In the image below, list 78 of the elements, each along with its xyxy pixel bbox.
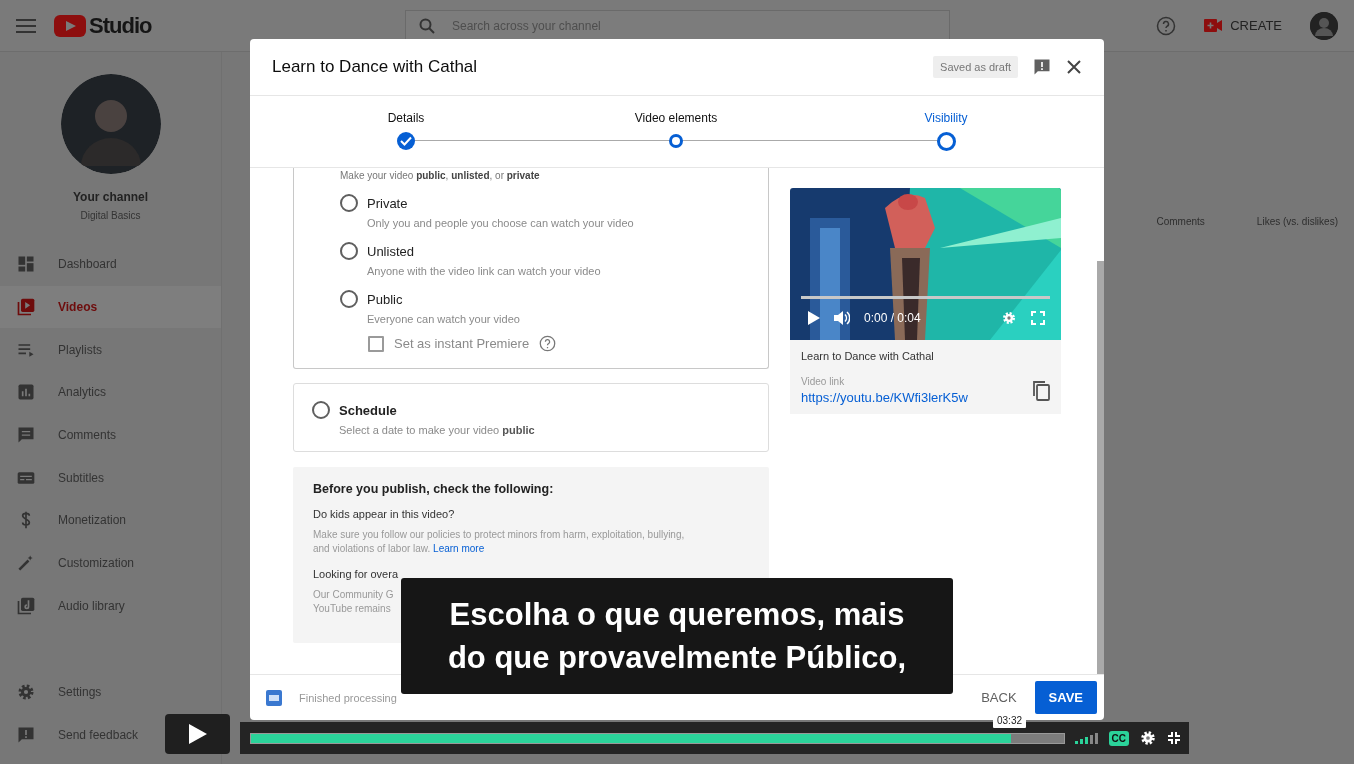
logo-icon [54, 14, 86, 37]
channel-title: Your channel [72, 190, 149, 204]
option-label: Public [367, 291, 403, 307]
sidebar-item[interactable]: Send feedback [0, 713, 143, 756]
video-camera-icon [1204, 19, 1223, 32]
step-tab[interactable]: Details [271, 96, 541, 167]
option-label: Schedule [339, 402, 397, 418]
sidebar-item[interactable]: Customization [0, 541, 221, 585]
search-icon [419, 17, 435, 34]
video-link-label: Video link [801, 376, 846, 387]
option-description: Anyone with the video link can watch your video [366, 265, 602, 277]
column-header: Comments [1156, 216, 1205, 227]
premiere-label: Set as instant Premiere [394, 336, 530, 351]
save-intro: Make your video public, unlisted, or private [340, 170, 541, 181]
sidebar-item[interactable]: Settings [0, 670, 106, 714]
checkbox[interactable] [368, 335, 384, 352]
checklist-question: Do kids appear in this video? [313, 508, 456, 520]
radio-button[interactable] [340, 194, 358, 212]
save-button[interactable]: SAVE [1034, 681, 1097, 714]
hd-icon [266, 689, 282, 706]
analytics-icon [16, 382, 36, 403]
settings-icon[interactable] [1139, 729, 1157, 747]
exit-fullscreen-icon[interactable] [1167, 731, 1181, 745]
help-icon[interactable] [1156, 15, 1177, 36]
radio-button[interactable] [340, 290, 358, 308]
checklist-title: Before you publish, check the following: [313, 482, 555, 496]
scrollbar[interactable] [1097, 261, 1104, 674]
comments-icon [16, 425, 36, 446]
option-description: Select a date to make your video public [338, 424, 536, 436]
column-header: Likes (vs. dislikes) [1256, 216, 1338, 227]
checklist-question: Looking for overa [313, 568, 399, 580]
option-label: Private [367, 195, 408, 211]
progress-bar[interactable] [250, 732, 1065, 744]
avatar-icon[interactable] [60, 74, 161, 174]
draft-badge: Saved as draft [933, 56, 1018, 78]
video-link[interactable]: https://youtu.be/KWfi3lerK5w [801, 390, 968, 405]
menu-icon[interactable] [16, 18, 36, 33]
avatar-icon[interactable] [1310, 11, 1338, 40]
step-tab[interactable]: Visibility [811, 96, 1081, 167]
subtitle-caption: Escolha o que queremos, mais do que provavelmente Público, [401, 578, 953, 694]
radio-button[interactable] [312, 401, 330, 419]
dashboard-icon [16, 254, 36, 275]
checklist-text: Make sure you follow our policies to protect minors from harm, exploitation, bullying, and violations of labor law. Learn more [313, 528, 686, 556]
help-icon[interactable] [539, 335, 557, 352]
option-description: Everyone can watch your video [366, 313, 521, 325]
checklist-text: Our Community G YouTube remains [313, 588, 394, 616]
copy-icon[interactable] [1032, 381, 1050, 401]
processing-status: Finished processing [299, 691, 397, 704]
option-description: Only you and people you choose can watch your video [366, 217, 635, 229]
video-time: 0:00 / 0:04 [864, 311, 921, 325]
feedback-icon[interactable] [1032, 57, 1052, 77]
option-label: Unlisted [367, 243, 414, 259]
sidebar-item[interactable]: Videos [0, 285, 221, 329]
play-button[interactable] [165, 714, 230, 754]
signal-icon [1074, 732, 1099, 744]
sidebar-item[interactable]: Playlists [0, 328, 221, 372]
create-button[interactable]: CREATE [1194, 12, 1292, 39]
channel-name: Digital Basics [80, 210, 141, 221]
captions-button[interactable]: CC [1108, 730, 1129, 746]
step-tab[interactable]: Video elements [541, 96, 811, 167]
video-title: Learn to Dance with Cathal [801, 350, 935, 362]
radio-button[interactable] [340, 242, 358, 260]
videos-icon [16, 297, 36, 318]
sidebar-item[interactable]: Dashboard [0, 243, 221, 286]
back-button[interactable]: BACK [977, 682, 1021, 713]
sidebar-item[interactable]: Monetization [0, 499, 221, 542]
time-tooltip: 03:32 [993, 713, 1027, 728]
logo-text: Studio [89, 12, 152, 39]
sidebar-item[interactable]: Analytics [0, 371, 221, 414]
sidebar-item[interactable]: Comments [0, 413, 221, 457]
sidebar-item[interactable]: Subtitles [0, 456, 221, 500]
audio-icon [16, 595, 36, 616]
sidebar-item[interactable]: Audio library [0, 584, 221, 628]
volume-icon[interactable] [834, 311, 850, 325]
learn-more-link[interactable]: Learn more [433, 543, 485, 554]
play-icon [188, 724, 207, 744]
close-icon[interactable] [1066, 59, 1082, 75]
dialog-title: Learn to Dance with Cathal [272, 57, 478, 77]
